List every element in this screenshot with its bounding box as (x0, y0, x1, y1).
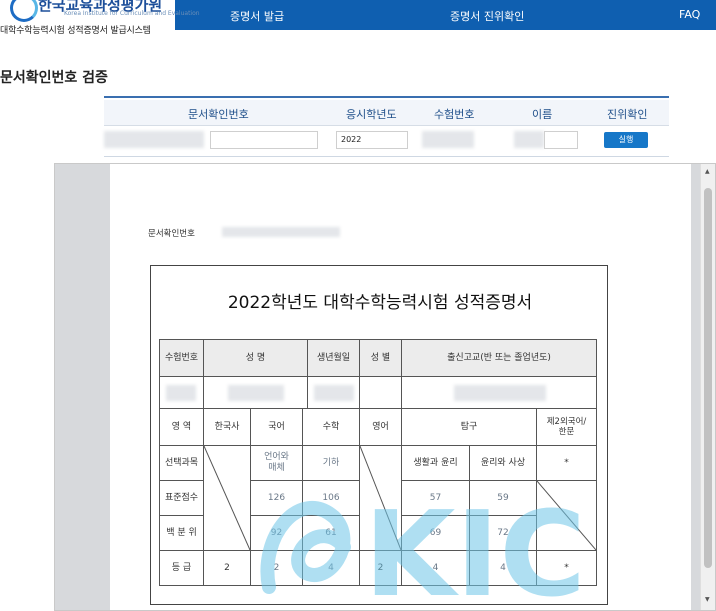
td-birthdate (307, 376, 360, 409)
header-name: 이름 (532, 108, 553, 121)
logo[interactable]: 한국교육과정평가원 Korea Institute for Curriculum… (0, 0, 200, 40)
certificate-page: 문서확인번호 2022학년도 대학수학능력시험 성적증명서 수험번호 성 명 생… (110, 164, 691, 610)
td-inquiry1-percentile: 69 (401, 515, 470, 551)
name-input[interactable] (544, 131, 578, 149)
td-high-school (401, 376, 597, 409)
th-name: 성 명 (203, 339, 308, 377)
doc-number-input[interactable] (210, 131, 318, 149)
td-math-grade: 4 (302, 550, 360, 586)
td-foreign-empty (536, 480, 597, 551)
row-label-percentile: 백 분 위 (159, 515, 204, 551)
th-area: 영 역 (159, 408, 204, 446)
kice-logo-icon (10, 0, 38, 22)
td-foreign-selected: * (536, 445, 597, 481)
td-korean-percentile: 92 (250, 515, 303, 551)
td-english-empty (359, 445, 402, 551)
td-gender (359, 376, 402, 409)
exam-year-input[interactable]: 2022 (336, 131, 408, 149)
th-second-language: 제2외국어/한문 (536, 408, 597, 446)
td-inquiry1-standard: 57 (401, 480, 470, 516)
th-math: 수학 (302, 408, 360, 446)
th-korean: 국어 (250, 408, 303, 446)
th-gender: 성 별 (359, 339, 402, 377)
certificate-title: 2022학년도 대학수학능력시험 성적증명서 (227, 293, 533, 313)
system-name: 대학수학능력시험 성적증명서 발급시스템 (0, 26, 151, 36)
verify-button[interactable]: 실행 (604, 132, 648, 148)
td-math-selected: 기하 (302, 445, 360, 481)
doc-number-label: 문서확인번호 (148, 229, 195, 239)
td-inquiry2-standard: 59 (469, 480, 537, 516)
td-history-grade: 2 (203, 550, 251, 586)
td-name (203, 376, 308, 409)
page-title: 문서확인번호 검증 (0, 70, 108, 86)
document-viewer[interactable]: 문서확인번호 2022학년도 대학수학능력시험 성적증명서 수험번호 성 명 생… (54, 163, 716, 611)
td-inquiry2-grade: 4 (469, 550, 537, 586)
td-history-empty (203, 445, 251, 551)
header-verify: 진위확인 (607, 108, 648, 121)
redacted-doc-number (104, 131, 204, 148)
score-certificate: 2022학년도 대학수학능력시험 성적증명서 수험번호 성 명 생년월일 성 별… (150, 265, 608, 605)
row-label-grade: 등 급 (159, 550, 204, 586)
td-inquiry1-grade: 4 (401, 550, 470, 586)
redacted-doc-number-value (222, 227, 340, 237)
th-birthdate: 생년월일 (307, 339, 360, 377)
scroll-up-icon[interactable]: ▲ (705, 168, 710, 175)
th-korean-history: 한국사 (203, 408, 251, 446)
nav-faq[interactable]: FAQ (679, 8, 700, 21)
redacted-name (514, 131, 544, 148)
td-korean-standard: 126 (250, 480, 303, 516)
td-korean-selected: 언어와 매체 (250, 445, 303, 481)
td-inquiry2-selected: 윤리와 사상 (469, 445, 537, 481)
row-label-selected: 선택과목 (159, 445, 204, 481)
scroll-down-icon[interactable]: ▼ (705, 596, 710, 603)
td-english-grade: 2 (359, 550, 402, 586)
header-doc-number: 문서확인번호 (188, 108, 249, 121)
th-high-school: 출신고교(반 또는 졸업년도) (401, 339, 597, 377)
nav-issue-certificate[interactable]: 증명서 발급 (230, 8, 284, 24)
header-exam-year: 응시학년도 (346, 108, 397, 121)
scroll-thumb[interactable] (704, 188, 712, 568)
td-korean-grade: 2 (250, 550, 303, 586)
row-label-standard: 표준점수 (159, 480, 204, 516)
redacted-exam-number (422, 131, 474, 148)
td-inquiry1-selected: 생활과 윤리 (401, 445, 470, 481)
th-inquiry: 탐구 (401, 408, 537, 446)
td-exam-number (159, 376, 204, 409)
header-exam-number: 수험번호 (434, 108, 475, 121)
viewer-scrollbar[interactable]: ▲ ▼ (700, 164, 715, 610)
th-english: 영어 (359, 408, 402, 446)
td-math-standard: 106 (302, 480, 360, 516)
form-header-row: 문서확인번호 응시학년도 수험번호 이름 진위확인 (104, 100, 669, 126)
td-inquiry2-percentile: 72 (469, 515, 537, 551)
td-foreign-grade: * (536, 550, 597, 586)
nav-verify-certificate[interactable]: 증명서 진위확인 (450, 8, 524, 24)
th-exam-number: 수험번호 (159, 339, 204, 377)
org-name-en: Korea Institute for Curriculum and Evalu… (64, 10, 200, 17)
td-math-percentile: 61 (302, 515, 360, 551)
